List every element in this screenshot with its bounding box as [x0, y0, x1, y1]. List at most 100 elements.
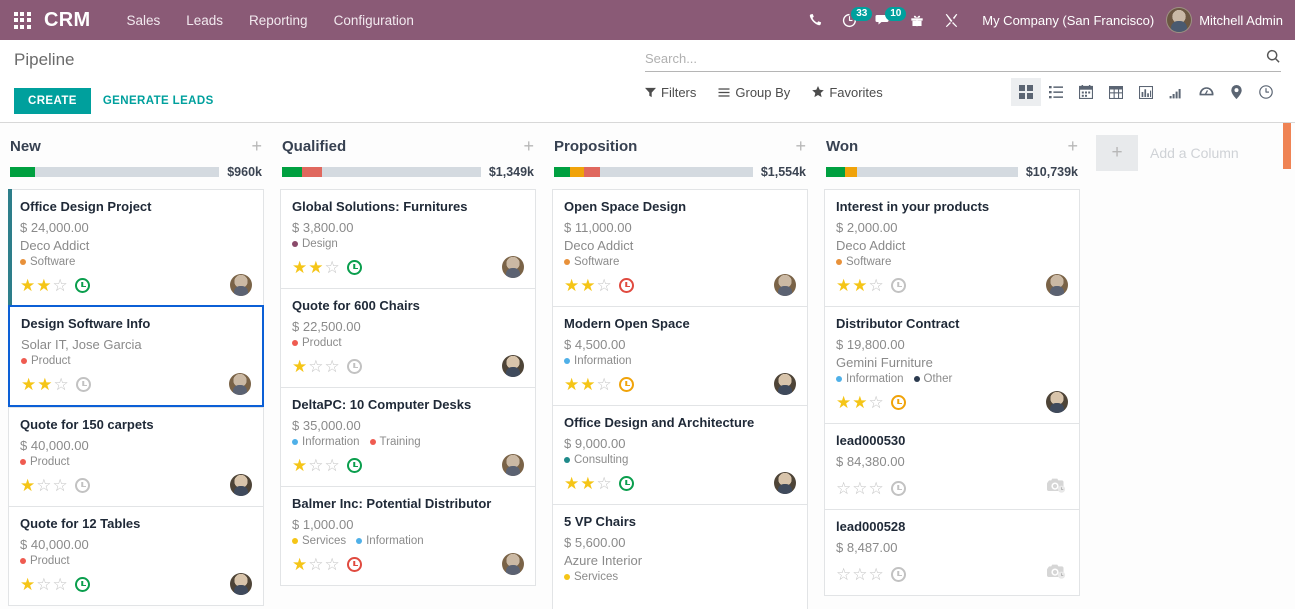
assignee-avatar[interactable]: [502, 553, 524, 575]
priority-star-3-icon[interactable]: ☆: [597, 475, 612, 492]
assignee-avatar[interactable]: [229, 373, 251, 395]
priority-star-3-icon[interactable]: ☆: [53, 576, 68, 593]
priority-star-1-icon[interactable]: ★: [564, 475, 579, 492]
assignee-avatar[interactable]: [774, 472, 796, 494]
priority-star-3-icon[interactable]: ☆: [325, 259, 340, 276]
phone-icon[interactable]: [798, 0, 832, 40]
priority-star-2-icon[interactable]: ★: [580, 376, 595, 393]
activity-clock-icon[interactable]: [76, 377, 91, 392]
menu-item-sales[interactable]: Sales: [126, 13, 160, 28]
generate-leads-button[interactable]: GENERATE LEADS: [91, 88, 226, 114]
assignee-avatar[interactable]: [1046, 274, 1068, 296]
priority-star-1-icon[interactable]: ☆: [836, 566, 851, 583]
priority-star-1-icon[interactable]: ☆: [836, 480, 851, 497]
assignee-avatar[interactable]: [230, 274, 252, 296]
priority-star-2-icon[interactable]: ★: [36, 277, 51, 294]
add-card-button[interactable]: +: [795, 139, 806, 153]
priority-star-3-icon[interactable]: ☆: [325, 457, 340, 474]
priority-star-3-icon[interactable]: ☆: [53, 477, 68, 494]
activity-clock-icon[interactable]: [75, 577, 90, 592]
priority-stars[interactable]: ★★☆: [836, 277, 884, 294]
breadcrumb[interactable]: Pipeline: [14, 40, 75, 70]
assignee-avatar[interactable]: [230, 474, 252, 496]
kanban-card[interactable]: DeltaPC: 10 Computer Desks$ 35,000.00Inf…: [280, 387, 536, 486]
add-card-button[interactable]: +: [1067, 139, 1078, 153]
favorites-dropdown[interactable]: Favorites: [812, 85, 882, 100]
vertical-scrollbar-thumb[interactable]: [1283, 123, 1291, 169]
assignee-avatar[interactable]: [502, 454, 524, 476]
kanban-card[interactable]: Office Design Project$ 24,000.00Deco Add…: [8, 189, 264, 306]
progress-bar[interactable]: [554, 167, 753, 177]
kanban-card[interactable]: Global Solutions: Furnitures$ 3,800.00De…: [280, 189, 536, 288]
priority-star-2-icon[interactable]: ☆: [852, 566, 867, 583]
priority-stars[interactable]: ★☆☆: [20, 477, 68, 494]
priority-star-1-icon[interactable]: ★: [292, 457, 307, 474]
progress-segment[interactable]: [570, 167, 584, 177]
priority-star-2-icon[interactable]: ★: [852, 394, 867, 411]
progress-segment[interactable]: [302, 167, 322, 177]
view-dashboard-button[interactable]: [1191, 78, 1221, 106]
priority-star-1-icon[interactable]: ★: [20, 277, 35, 294]
wrench-tools-icon[interactable]: [934, 0, 968, 40]
kanban-card[interactable]: Design Software InfoSolar IT, Jose Garci…: [8, 305, 264, 407]
progress-segment[interactable]: [554, 167, 570, 177]
activity-clock-icon[interactable]: [891, 481, 906, 496]
progress-segment[interactable]: [282, 167, 302, 177]
priority-star-1-icon[interactable]: ★: [836, 394, 851, 411]
assignee-avatar[interactable]: [774, 373, 796, 395]
priority-star-2-icon[interactable]: ☆: [308, 457, 323, 474]
kanban-card[interactable]: Quote for 12 Tables$ 40,000.00Product★☆☆: [8, 506, 264, 606]
view-calendar-button[interactable]: [1071, 78, 1101, 106]
activity-clock-icon[interactable]: [347, 557, 362, 572]
priority-stars[interactable]: ☆☆☆: [836, 566, 884, 583]
priority-star-3-icon[interactable]: ☆: [869, 394, 884, 411]
assignee-avatar[interactable]: [774, 274, 796, 296]
kanban-card[interactable]: Interest in your products$ 2,000.00Deco …: [824, 189, 1080, 306]
placeholder-avatar-icon[interactable]: [1046, 563, 1068, 585]
activity-clock-icon[interactable]: [619, 377, 634, 392]
app-brand-crm[interactable]: CRM: [44, 9, 90, 32]
priority-star-2-icon[interactable]: ★: [37, 376, 52, 393]
activity-clock-icon[interactable]: [891, 278, 906, 293]
priority-star-2-icon[interactable]: ☆: [308, 556, 323, 573]
add-card-button[interactable]: +: [251, 139, 262, 153]
priority-stars[interactable]: ★☆☆: [292, 358, 340, 375]
view-pivot-button[interactable]: [1101, 78, 1131, 106]
priority-star-3-icon[interactable]: ☆: [869, 480, 884, 497]
assignee-avatar[interactable]: [230, 573, 252, 595]
activity-clock-icon[interactable]: [347, 260, 362, 275]
priority-star-3-icon[interactable]: ☆: [869, 566, 884, 583]
search-bar[interactable]: [645, 46, 1281, 72]
progress-segment[interactable]: [10, 167, 35, 177]
gift-icon[interactable]: [900, 0, 934, 40]
progress-segment[interactable]: [584, 167, 600, 177]
activity-clock-icon[interactable]: [619, 476, 634, 491]
activity-clock-icon[interactable]: [347, 359, 362, 374]
view-activity-button[interactable]: [1251, 78, 1281, 106]
priority-star-2-icon[interactable]: ★: [580, 277, 595, 294]
priority-star-1-icon[interactable]: ★: [292, 556, 307, 573]
activity-clock-icon[interactable]: [75, 478, 90, 493]
search-input[interactable]: [645, 51, 1263, 66]
priority-star-2-icon[interactable]: ☆: [852, 480, 867, 497]
priority-star-2-icon[interactable]: ★: [580, 475, 595, 492]
kanban-card[interactable]: Quote for 150 carpets$ 40,000.00Product★…: [8, 407, 264, 506]
company-selector[interactable]: My Company (San Francisco): [982, 13, 1154, 28]
priority-star-1-icon[interactable]: ★: [20, 477, 35, 494]
priority-stars[interactable]: ★☆☆: [292, 457, 340, 474]
priority-stars[interactable]: ★★☆: [20, 277, 68, 294]
priority-stars[interactable]: ★☆☆: [292, 556, 340, 573]
activity-clock-icon[interactable]: [75, 278, 90, 293]
view-kanban-button[interactable]: [1011, 78, 1041, 106]
priority-star-2-icon[interactable]: ★: [852, 277, 867, 294]
kanban-card[interactable]: Balmer Inc: Potential Distributor$ 1,000…: [280, 486, 536, 586]
activity-clock-icon[interactable]: [891, 567, 906, 582]
activity-clock-icon[interactable]: [347, 458, 362, 473]
priority-stars[interactable]: ★★☆: [292, 259, 340, 276]
priority-star-3-icon[interactable]: ☆: [53, 277, 68, 294]
priority-stars[interactable]: ★★☆: [564, 277, 612, 294]
priority-star-3-icon[interactable]: ☆: [54, 376, 69, 393]
priority-star-2-icon[interactable]: ★: [308, 259, 323, 276]
kanban-card[interactable]: Modern Open Space$ 4,500.00Information★★…: [552, 306, 808, 405]
priority-star-3-icon[interactable]: ☆: [325, 358, 340, 375]
